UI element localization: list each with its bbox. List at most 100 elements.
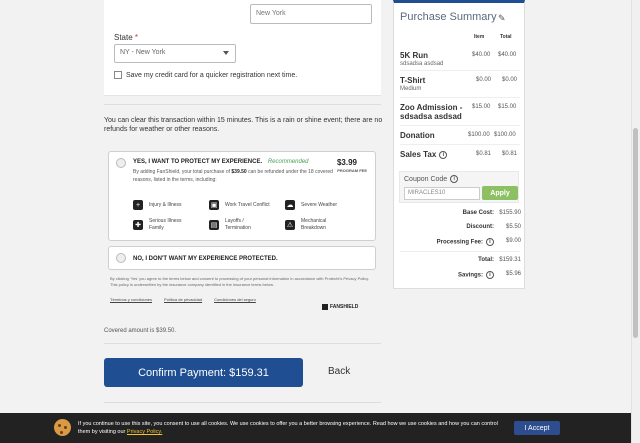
insurance-terms-link[interactable]: Condiciones del seguro	[214, 297, 256, 302]
protection-no-option[interactable]: NO, I DON'T WANT MY EXPERIENCE PROTECTED…	[108, 246, 376, 270]
item-total: $15.00	[498, 104, 517, 110]
coupon-code-input[interactable]: MIRACLES10	[404, 187, 480, 200]
state-select-value: NY - New York	[120, 49, 166, 56]
protection-description: By adding FanShield, your total purchase…	[133, 168, 333, 184]
protection-yes-option[interactable]: YES, I WANT TO PROTECT MY EXPERIENCE. Re…	[108, 151, 376, 241]
protection-legal-text: By clicking 'Yes' you agree to the terms…	[110, 276, 370, 287]
divider	[400, 97, 520, 98]
cookie-consent-bar: If you continue to use this site, you co…	[0, 413, 631, 443]
info-icon[interactable]: i	[486, 238, 494, 246]
terms-link[interactable]: Términos y condiciones	[110, 297, 152, 302]
summary-title: Purchase Summary	[400, 11, 497, 23]
save-card-checkbox[interactable]	[114, 71, 122, 79]
item-price: $15.00	[472, 104, 491, 110]
protection-price: $3.99	[336, 158, 357, 167]
item-sub: sdsadsa asdsad	[400, 61, 444, 67]
total-label: Processing Fee: i	[437, 238, 494, 246]
coupon-section: Coupon Code i MIRACLES10 Apply	[399, 171, 519, 203]
total-value: $5.96	[505, 271, 521, 277]
total-label: Base Cost:	[462, 210, 494, 216]
divider	[400, 70, 520, 71]
col-item-header: Item	[474, 34, 485, 40]
protection-desc-before: By adding FanShield, your total purchase…	[133, 169, 231, 175]
item-name: Donation	[400, 131, 435, 140]
item-total: $100.00	[494, 132, 516, 138]
total-value: $155.90	[499, 210, 521, 216]
briefcase-icon: ▣	[209, 200, 219, 210]
info-icon[interactable]: i	[439, 150, 448, 159]
recommended-badge: Recommended	[267, 159, 309, 165]
reason-item: ☁ Severe Weather	[285, 200, 337, 210]
info-icon[interactable]: i	[486, 271, 494, 279]
back-button[interactable]: Back	[328, 366, 350, 377]
divider	[104, 402, 381, 403]
protection-no-radio[interactable]	[116, 253, 126, 263]
layoff-box-icon: ▤	[209, 220, 219, 230]
cookie-icon	[54, 419, 71, 436]
privacy-policy-link[interactable]: Privacy Policy.	[127, 429, 162, 435]
city-input[interactable]: New York	[250, 4, 372, 24]
total-label: Total:	[478, 257, 494, 263]
item-total: $0.00	[502, 77, 518, 83]
processing-fee-label: Processing Fee:	[436, 239, 483, 246]
refund-notice: You can clear this transaction within 15…	[104, 117, 383, 133]
state-label: State *	[114, 33, 138, 42]
reason-label: Mechanical Breakdown	[301, 218, 327, 231]
apply-coupon-button[interactable]: Apply	[482, 186, 518, 200]
chevron-down-icon	[223, 51, 229, 55]
divider	[104, 343, 381, 344]
protection-desc-amount: $39.50	[231, 169, 247, 175]
protection-price-sub: PROGRAM FEE	[337, 168, 367, 173]
divider	[104, 104, 381, 105]
coupon-label: Coupon Code i	[404, 175, 459, 183]
divider	[400, 125, 520, 126]
item-price: $100.00	[468, 132, 490, 138]
protection-yes-title-text: YES, I WANT TO PROTECT MY EXPERIENCE.	[133, 159, 263, 165]
privacy-link[interactable]: Política de privacidad	[164, 297, 202, 302]
item-total: $40.00	[498, 52, 517, 58]
state-select[interactable]: NY - New York	[114, 44, 236, 63]
fanshield-logo: FANSHIELD	[322, 304, 358, 310]
item-price: $0.00	[476, 77, 492, 83]
total-value: $159.31	[499, 257, 521, 263]
cookie-text: If you continue to use this site, you co…	[78, 420, 508, 436]
reason-label: Work Travel Conflict	[225, 201, 270, 208]
bandage-icon: ✚	[133, 220, 143, 230]
coupon-label-text: Coupon Code	[404, 175, 448, 183]
reason-label: Severe Weather	[301, 201, 338, 208]
scrollbar-thumb[interactable]	[633, 128, 638, 338]
divider	[400, 144, 520, 145]
car-breakdown-icon: ⚠	[285, 220, 295, 230]
edit-icon[interactable]: ✎	[498, 13, 506, 24]
item-sub: Medium	[400, 86, 422, 92]
reason-item: ▤ Layoffs / Termination	[209, 218, 279, 232]
total-label: Savings: i	[458, 271, 494, 279]
state-label-text: State	[114, 33, 133, 42]
medical-cross-icon: +	[133, 200, 143, 210]
info-icon[interactable]: i	[450, 175, 459, 183]
purchase-summary: Purchase Summary ✎ Item Total 5K Run sds…	[393, 0, 525, 289]
billing-card: New York State * NY - New York Save my c…	[104, 0, 381, 96]
total-value: $5.50	[505, 224, 521, 230]
confirm-payment-button[interactable]: Confirm Payment: $159.31	[104, 358, 303, 387]
savings-label: Savings:	[457, 272, 483, 279]
required-mark: *	[134, 33, 139, 42]
reason-label: Injury & Illness	[149, 201, 182, 208]
save-card-label: Save my credit card for a quicker regist…	[126, 71, 298, 79]
reason-label: Serious Illness Family	[149, 218, 182, 231]
sales-tax-label: Sales Tax	[400, 150, 437, 159]
covered-amount: Covered amount is $39.50.	[104, 328, 177, 334]
reason-item: ⚠ Mechanical Breakdown	[285, 218, 355, 232]
accept-cookies-button[interactable]: I Accept	[514, 421, 560, 435]
protection-yes-radio[interactable]	[116, 158, 126, 168]
total-value: $9.00	[505, 238, 521, 244]
protection-yes-title: YES, I WANT TO PROTECT MY EXPERIENCE. Re…	[133, 159, 309, 165]
item-total: $0.81	[502, 151, 518, 157]
protection-no-title: NO, I DON'T WANT MY EXPERIENCE PROTECTED…	[133, 256, 278, 262]
page-scrollbar[interactable]	[631, 0, 640, 443]
reason-item: ▣ Work Travel Conflict	[209, 200, 270, 210]
save-card-option[interactable]: Save my credit card for a quicker regist…	[114, 71, 297, 79]
item-name: 5K Run	[400, 51, 428, 60]
fanshield-brand: FANSHIELD	[330, 304, 359, 310]
reason-label: Layoffs / Termination	[225, 218, 251, 231]
